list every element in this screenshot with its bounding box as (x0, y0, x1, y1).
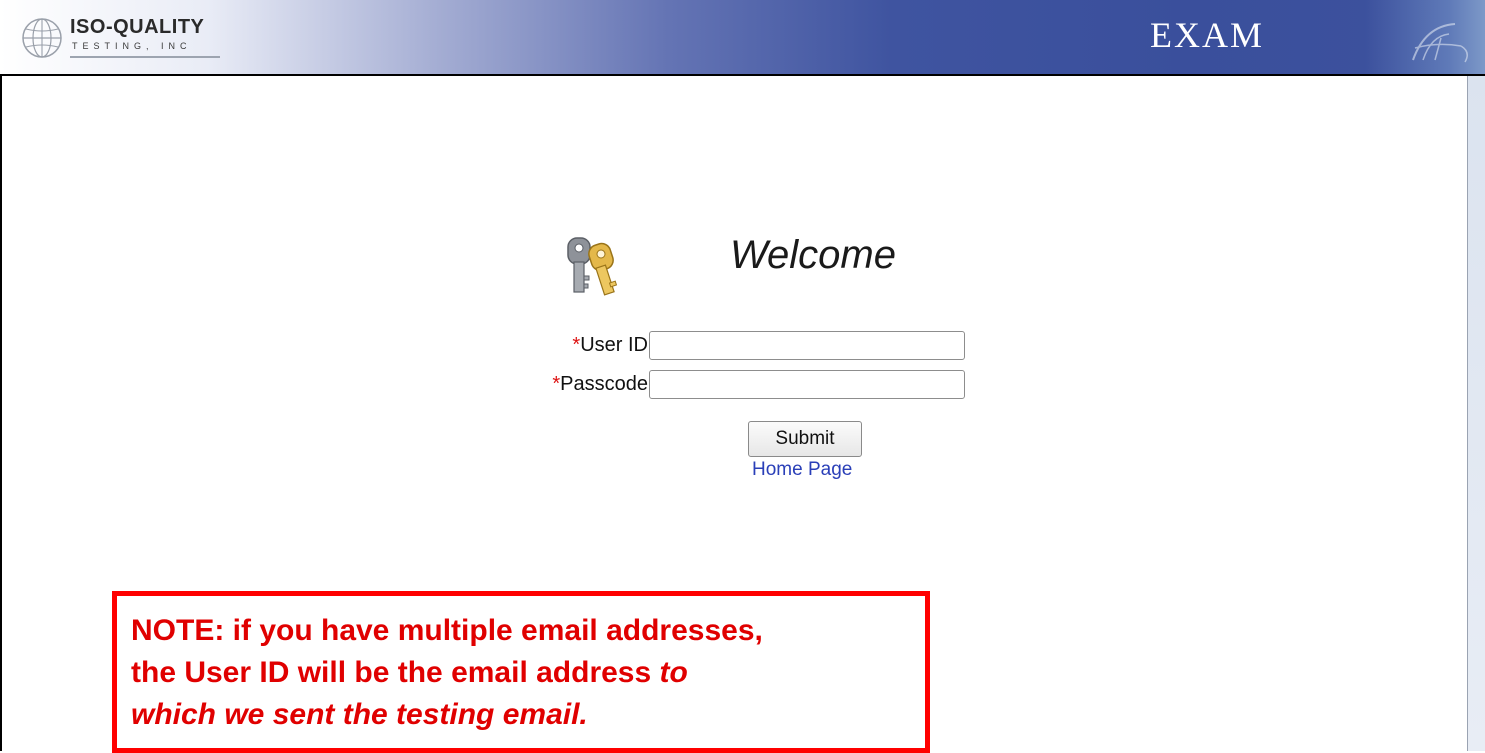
submit-button[interactable]: Submit (748, 421, 862, 457)
required-marker: * (552, 372, 561, 395)
user-id-label-text: User ID (580, 333, 648, 356)
passcode-input[interactable] (649, 369, 965, 399)
note-line-2-italic: to (659, 656, 688, 689)
note-callout: NOTE: if you have multiple email address… (112, 591, 930, 753)
note-line-3: which we sent the testing email. (131, 694, 911, 736)
note-line-1: NOTE: if you have multiple email address… (131, 614, 763, 647)
welcome-heading: Welcome (730, 233, 896, 277)
frame-right-panel (1467, 76, 1485, 751)
logo-tagline-rule (70, 56, 220, 58)
user-id-label: *User ID (500, 334, 648, 357)
globe-icon (22, 18, 62, 58)
user-id-input[interactable] (649, 330, 965, 360)
frame-left-border (0, 76, 2, 751)
home-page-link[interactable]: Home Page (752, 459, 852, 481)
passcode-label-text: Passcode (560, 372, 648, 395)
note-line-2: the User ID will be the email address to (131, 652, 911, 694)
logo-main-text: ISO-QUALITY (70, 16, 205, 38)
header-banner: ISO-QUALITY TESTING, INC EXAM (0, 0, 1485, 76)
user-id-row: *User ID (500, 330, 965, 360)
company-logo: ISO-QUALITY TESTING, INC (12, 10, 262, 66)
page-title: EXAM (1150, 15, 1264, 55)
logo-sub-text: TESTING, INC (72, 41, 192, 51)
note-line-2-plain: the User ID will be the email address (131, 656, 660, 689)
passcode-row: *Passcode (500, 369, 965, 399)
globe-icon (1412, 23, 1468, 63)
passcode-label: *Passcode (500, 373, 648, 396)
page-frame: ISO-QUALITY TESTING, INC EXAM Welcome *U… (0, 0, 1485, 753)
keys-icon (567, 237, 618, 296)
note-line-3-italic: which we sent the testing email. (131, 698, 588, 731)
